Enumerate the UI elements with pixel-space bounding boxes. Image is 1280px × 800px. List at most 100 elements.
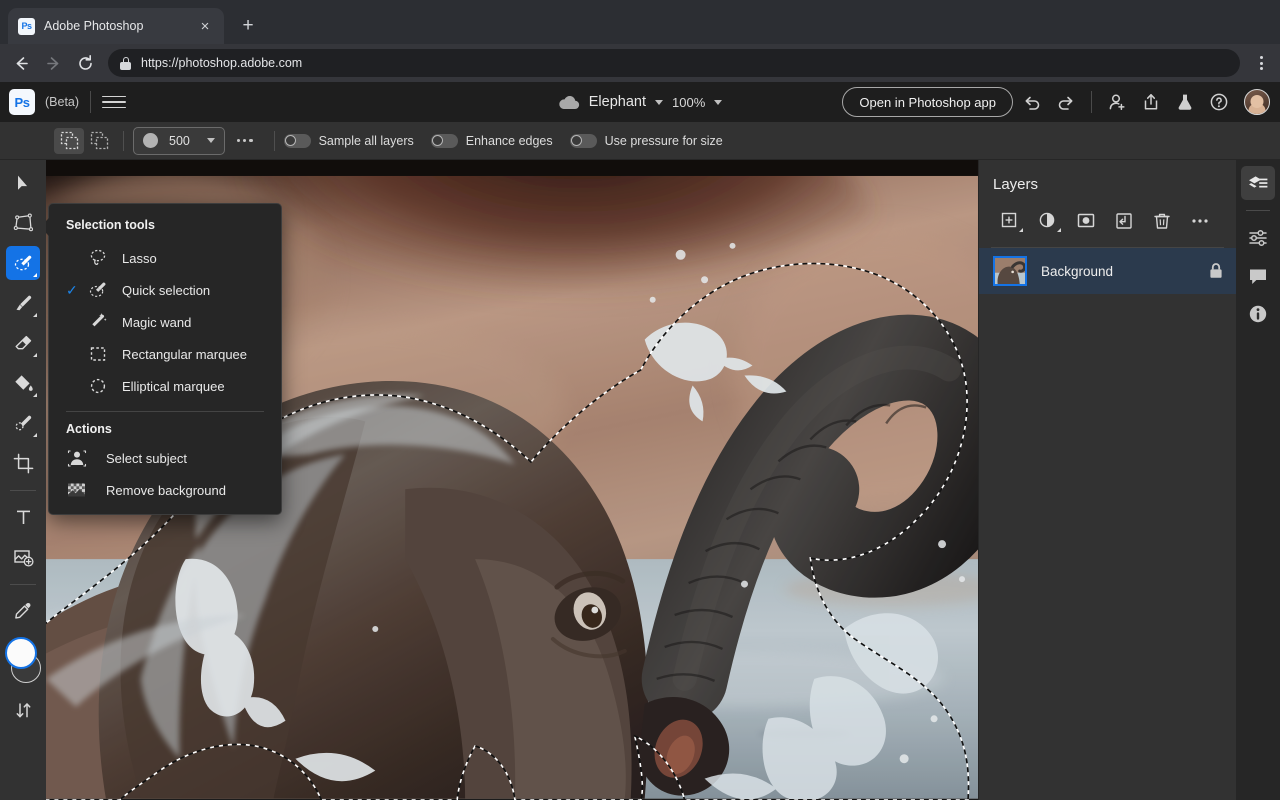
color-swatches[interactable] xyxy=(5,637,41,685)
crop-tool[interactable] xyxy=(6,446,40,480)
brush-tool[interactable] xyxy=(6,286,40,320)
rectangular-marquee-icon xyxy=(88,344,122,364)
layer-name: Background xyxy=(1041,263,1114,279)
browser-tab[interactable]: Ps Adobe Photoshop × xyxy=(8,8,224,44)
lasso-icon xyxy=(88,248,122,268)
layers-panel-tab[interactable] xyxy=(1241,166,1275,200)
checkmark-icon: ✓ xyxy=(66,281,78,298)
zoom-level[interactable]: 100% xyxy=(672,95,705,110)
labs-beaker-icon[interactable] xyxy=(1170,87,1200,117)
undo-icon[interactable] xyxy=(1017,87,1047,117)
workspace: Selection tools Lasso ✓ Quick selection xyxy=(0,160,1280,800)
type-tool[interactable] xyxy=(6,500,40,534)
forward-arrow-icon[interactable] xyxy=(38,48,68,78)
brush-size-control[interactable]: 500 xyxy=(133,126,225,155)
flyout-item-label: Rectangular marquee xyxy=(122,346,248,362)
flyout-item-label: Magic wand xyxy=(122,314,192,330)
app-brand: Ps (Beta) xyxy=(0,89,79,115)
fill-tool[interactable] xyxy=(6,366,40,400)
clipping-mask-button[interactable] xyxy=(1105,207,1143,235)
adjustments-panel-tab[interactable] xyxy=(1241,221,1275,255)
adjustment-layer-button[interactable] xyxy=(1029,207,1067,235)
comments-panel-tab[interactable] xyxy=(1241,259,1275,293)
layers-panel-title: Layers xyxy=(993,176,1039,193)
info-panel-tab[interactable] xyxy=(1241,297,1275,331)
browser-menu-icon[interactable] xyxy=(1248,49,1274,77)
eyedropper-tool[interactable] xyxy=(6,594,40,628)
submenu-indicator xyxy=(1057,228,1061,232)
flyout-item-lasso[interactable]: Lasso xyxy=(49,242,281,274)
layer-thumbnail xyxy=(993,256,1027,286)
chevron-down-icon[interactable] xyxy=(655,99,663,105)
tool-submenu-indicator xyxy=(33,353,37,357)
browser-navbar: https://photoshop.adobe.com xyxy=(0,44,1280,82)
brush-size-value: 500 xyxy=(169,133,190,148)
redo-icon[interactable] xyxy=(1051,87,1081,117)
subtract-from-selection-icon[interactable] xyxy=(84,128,114,154)
flyout-item-label: Elliptical marquee xyxy=(122,378,225,394)
flyout-action-label: Remove background xyxy=(106,482,226,498)
use-pressure-for-size-label: Use pressure for size xyxy=(604,133,723,148)
flyout-item-rectangular-marquee[interactable]: Rectangular marquee xyxy=(49,338,281,370)
layers-panel: Layers Background xyxy=(978,160,1236,800)
add-layer-button[interactable] xyxy=(991,207,1029,235)
more-options-icon[interactable] xyxy=(225,138,265,143)
tool-options-bar: 500 Sample all layers Enhance edges Use … xyxy=(0,122,1280,160)
eraser-tool[interactable] xyxy=(6,326,40,360)
remove-background-icon xyxy=(66,481,106,499)
submenu-indicator xyxy=(1019,228,1023,232)
sample-all-layers-toggle[interactable] xyxy=(283,133,311,148)
invite-user-icon[interactable] xyxy=(1102,87,1132,117)
swap-colors-icon[interactable] xyxy=(6,693,40,727)
flyout-action-label: Select subject xyxy=(106,450,187,466)
photoshop-app: Ps (Beta) Elephant 100% Open in Photosho… xyxy=(0,82,1280,800)
flyout-action-remove-background[interactable]: Remove background xyxy=(49,474,281,506)
table-row[interactable]: Background xyxy=(979,248,1236,294)
hamburger-icon[interactable] xyxy=(102,90,127,114)
delete-layer-button[interactable] xyxy=(1143,207,1181,235)
zoom-chevron-down-icon[interactable] xyxy=(714,99,723,105)
transform-tool[interactable] xyxy=(6,206,40,240)
right-panel-rail xyxy=(1236,160,1280,800)
place-image-tool[interactable] xyxy=(6,540,40,574)
layer-more-button[interactable] xyxy=(1181,207,1219,235)
flyout-action-select-subject[interactable]: Select subject xyxy=(49,442,281,474)
close-icon[interactable]: × xyxy=(196,17,214,35)
photoshop-logo-icon: Ps xyxy=(9,89,35,115)
selection-tools-flyout: Selection tools Lasso ✓ Quick selection xyxy=(46,203,282,515)
elliptical-marquee-icon xyxy=(88,376,122,396)
flyout-item-elliptical-marquee[interactable]: Elliptical marquee xyxy=(49,370,281,402)
rail-divider-1 xyxy=(10,490,36,491)
actions-divider xyxy=(1091,91,1092,113)
foreground-color-swatch[interactable] xyxy=(5,637,37,669)
flyout-item-label: Quick selection xyxy=(122,282,211,298)
browser-chrome: Ps Adobe Photoshop × + https://photoshop… xyxy=(0,0,1280,82)
enhance-edges-label: Enhance edges xyxy=(465,133,553,148)
use-pressure-for-size-toggle[interactable] xyxy=(569,133,597,148)
quick-selection-tool[interactable] xyxy=(6,246,40,280)
layers-toolbar xyxy=(979,193,1236,235)
help-icon[interactable] xyxy=(1204,87,1234,117)
address-bar[interactable]: https://photoshop.adobe.com xyxy=(108,49,1240,77)
open-in-photoshop-app-button[interactable]: Open in Photoshop app xyxy=(842,87,1013,117)
canvas[interactable]: Selection tools Lasso ✓ Quick selection xyxy=(46,160,978,800)
sample-all-layers-label: Sample all layers xyxy=(318,133,414,148)
healing-tool[interactable] xyxy=(6,406,40,440)
flyout-item-quick-selection[interactable]: ✓ Quick selection xyxy=(49,274,281,306)
lock-icon[interactable] xyxy=(1208,262,1224,280)
brush-chevron-down-icon[interactable] xyxy=(207,138,215,143)
new-tab-button[interactable]: + xyxy=(234,12,262,40)
header-divider xyxy=(90,91,92,113)
enhance-edges-toggle[interactable] xyxy=(430,133,458,148)
add-to-selection-icon[interactable] xyxy=(54,127,84,154)
layer-mask-button[interactable] xyxy=(1067,207,1105,235)
app-header: Ps (Beta) Elephant 100% Open in Photosho… xyxy=(0,82,1280,122)
avatar[interactable] xyxy=(1244,89,1270,115)
back-arrow-icon[interactable] xyxy=(6,48,36,78)
move-tool[interactable] xyxy=(6,166,40,200)
flyout-item-magic-wand[interactable]: Magic wand xyxy=(49,306,281,338)
document-name[interactable]: Elephant xyxy=(589,94,646,110)
options-divider-2 xyxy=(273,130,275,151)
reload-icon[interactable] xyxy=(70,48,100,78)
share-icon[interactable] xyxy=(1136,87,1166,117)
